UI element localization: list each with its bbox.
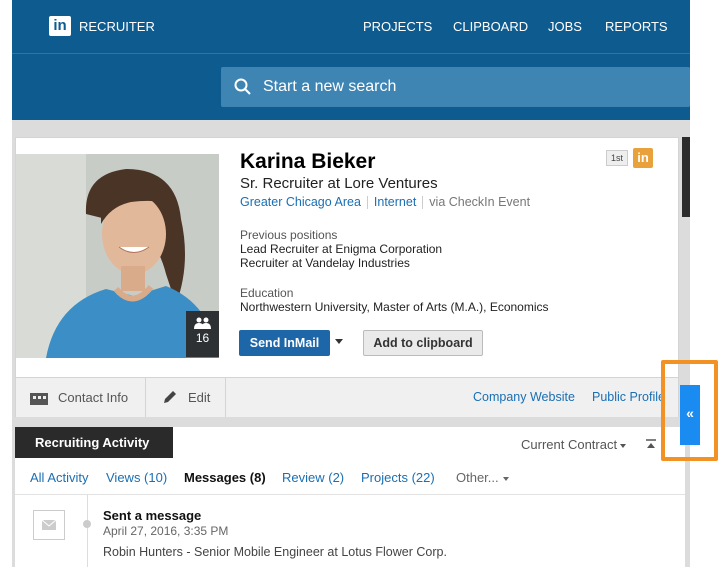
search-icon [234, 78, 251, 95]
profile-card: 16 Karina Bieker Sr. Recruiter at Lore V… [15, 137, 679, 417]
search-input[interactable]: Start a new search [221, 67, 690, 107]
edit-label: Edit [188, 390, 211, 405]
contact-info-button[interactable]: Contact Info [16, 378, 146, 417]
tab-messages[interactable]: Messages (8) [184, 470, 266, 485]
edit-button[interactable]: Edit [146, 378, 226, 417]
message-item-icon [33, 510, 65, 540]
recruiting-activity-title: Recruiting Activity [15, 427, 173, 458]
people-icon [194, 317, 211, 329]
activity-title: Sent a message [103, 508, 202, 523]
source-text: via CheckIn Event [429, 195, 531, 209]
activity-date: April 27, 2016, 3:35 PM [103, 524, 229, 538]
nav-reports[interactable]: REPORTS [605, 19, 668, 34]
contract-filter-dropdown[interactable]: Current Contract [521, 437, 627, 452]
company-website-link[interactable]: Company Website [473, 390, 575, 404]
building-icon [30, 393, 48, 405]
activity-tabs: All Activity Views (10) Messages (8) Rev… [15, 467, 685, 495]
public-profile-link[interactable]: Public Profile [592, 390, 665, 404]
tab-projects[interactable]: Projects (22) [361, 470, 435, 485]
tab-all-activity[interactable]: All Activity [30, 470, 89, 485]
nav-jobs[interactable]: JOBS [548, 19, 582, 34]
previous-position: Recruiter at Vandelay Industries [240, 256, 410, 270]
tab-other[interactable]: Other... [456, 470, 509, 485]
nav-clipboard[interactable]: CLIPBOARD [453, 19, 528, 34]
scrollbar[interactable] [682, 137, 690, 217]
profile-headline: Sr. Recruiter at Lore Ventures [240, 175, 438, 192]
chevron-down-icon [620, 443, 627, 448]
divider [366, 196, 368, 210]
timeline-dot [83, 520, 91, 528]
nav-row: in RECRUITER PROJECTS CLIPBOARD JOBS REP… [12, 0, 690, 54]
education-label: Education [240, 286, 294, 300]
activity-body: Robin Hunters - Senior Mobile Engineer a… [103, 545, 447, 559]
linkedin-member-icon[interactable]: in [633, 148, 653, 168]
top-navbar: in RECRUITER PROJECTS CLIPBOARD JOBS REP… [12, 0, 690, 120]
inmail-dropdown-icon[interactable] [335, 339, 343, 344]
timeline-line [87, 495, 88, 567]
send-inmail-button[interactable]: Send InMail [239, 330, 330, 356]
recruiter-window: in RECRUITER PROJECTS CLIPBOARD JOBS REP… [12, 0, 690, 567]
tab-review[interactable]: Review (2) [282, 470, 344, 485]
education-value: Northwestern University, Master of Arts … [240, 300, 549, 314]
envelope-icon [41, 519, 57, 530]
profile-action-bar: Contact Info Edit Company Website Public… [16, 377, 678, 417]
degree-badge: 1st [606, 150, 628, 166]
industry-link[interactable]: Internet [374, 195, 416, 209]
previous-position: Lead Recruiter at Enigma Corporation [240, 242, 443, 256]
profile-meta: Greater Chicago Area Internet via CheckIn … [240, 195, 531, 210]
collapse-panel-button[interactable]: « [680, 385, 700, 445]
chevron-down-icon [502, 476, 509, 481]
brand-name: RECRUITER [79, 19, 155, 34]
location-link[interactable]: Greater Chicago Area [240, 195, 361, 209]
search-placeholder: Start a new search [263, 78, 397, 95]
profile-name: Karina Bieker [240, 150, 376, 173]
collapse-icon[interactable] [646, 439, 656, 449]
pencil-icon [164, 391, 176, 403]
connections-badge[interactable]: 16 [186, 311, 219, 357]
contract-filter-label: Current Contract [521, 437, 618, 452]
nav-projects[interactable]: PROJECTS [363, 19, 432, 34]
recruiting-activity-panel: Recruiting Activity Current Contract All… [15, 427, 685, 567]
tab-views[interactable]: Views (10) [106, 470, 167, 485]
previous-positions-label: Previous positions [240, 228, 338, 242]
contact-info-label: Contact Info [58, 390, 129, 405]
tab-other-label: Other... [456, 470, 499, 485]
connections-count: 16 [195, 331, 210, 345]
linkedin-logo[interactable]: in [49, 16, 71, 36]
divider [422, 196, 424, 210]
add-to-clipboard-button[interactable]: Add to clipboard [363, 330, 483, 356]
